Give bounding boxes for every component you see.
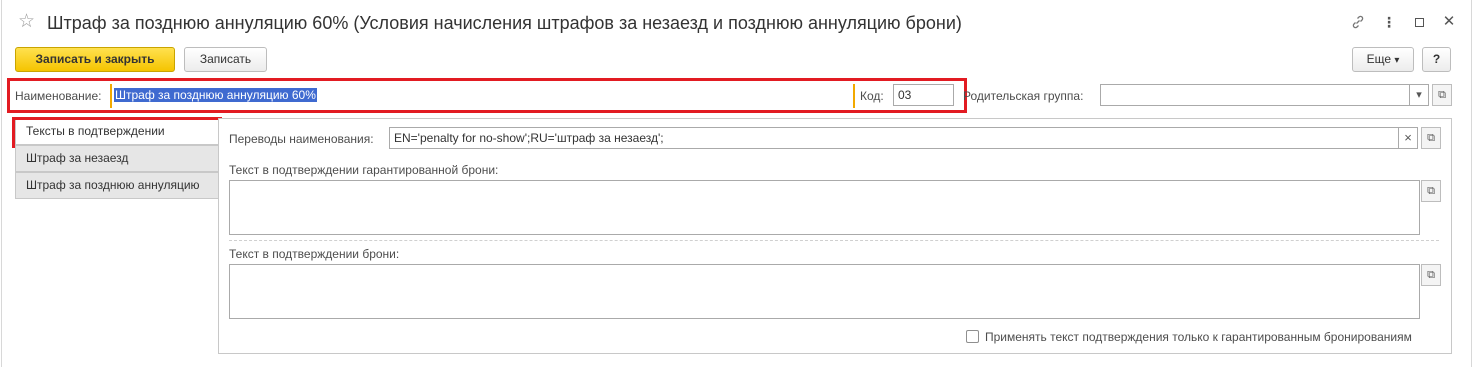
window-title: Штраф за позднюю аннуляцию 60% (Условия …	[47, 13, 962, 33]
tab-no-show-penalty[interactable]: Штраф за незаезд	[15, 145, 219, 172]
more-menu-icon[interactable]: ⋮	[1376, 10, 1402, 34]
more-button-label: Еще	[1366, 52, 1392, 66]
parent-group-open-icon[interactable]: ⧉	[1432, 84, 1452, 106]
code-input[interactable]: 03	[893, 84, 954, 106]
guaranteed-text-open-icon[interactable]: ⧉	[1421, 180, 1441, 202]
booking-text-open-icon[interactable]: ⧉	[1421, 264, 1441, 286]
translations-open-icon[interactable]: ⧉	[1421, 127, 1441, 149]
parent-group-label: Родительская группа:	[963, 89, 1084, 103]
field-separator	[110, 84, 112, 108]
name-input[interactable]: Штраф за позднюю аннуляцию 60%	[114, 85, 854, 107]
translations-input[interactable]: EN='penalty for no-show';RU='штраф за не…	[389, 127, 1399, 149]
maximize-icon[interactable]	[1406, 10, 1432, 34]
booking-text-label: Текст в подтверждении брони:	[229, 247, 400, 261]
separator	[229, 240, 1439, 241]
translations-clear-icon[interactable]: ×	[1398, 127, 1418, 149]
guaranteed-text-label: Текст в подтверждении гарантированной бр…	[229, 163, 499, 177]
translations-label: Переводы наименования:	[229, 132, 374, 146]
field-separator	[853, 84, 855, 108]
link-icon[interactable]	[1345, 10, 1371, 34]
guaranteed-text-textarea[interactable]	[229, 180, 1420, 235]
parent-group-input[interactable]	[1100, 84, 1410, 106]
favorite-star-icon[interactable]: ☆	[18, 10, 35, 34]
guaranteed-only-checkbox-label[interactable]: Применять текст подтверждения только к г…	[985, 328, 1412, 346]
close-icon[interactable]: ✕	[1436, 10, 1462, 34]
highlight-box-tab	[12, 117, 222, 148]
code-label: Код:	[860, 89, 884, 103]
booking-text-textarea[interactable]	[229, 264, 1420, 319]
help-button[interactable]: ?	[1422, 47, 1451, 72]
name-label: Наименование:	[15, 89, 102, 103]
save-and-close-button[interactable]: Записать и закрыть	[15, 47, 175, 72]
tab-late-cancellation-penalty[interactable]: Штраф за позднюю аннуляцию	[15, 172, 219, 199]
parent-group-dropdown-icon[interactable]: ▾	[1409, 84, 1429, 106]
guaranteed-only-checkbox[interactable]	[966, 330, 979, 343]
save-button[interactable]: Записать	[184, 47, 267, 72]
more-button[interactable]: Еще ▾	[1352, 47, 1414, 72]
chevron-down-icon: ▾	[1394, 55, 1400, 66]
name-input-value: Штраф за позднюю аннуляцию 60%	[114, 88, 317, 102]
